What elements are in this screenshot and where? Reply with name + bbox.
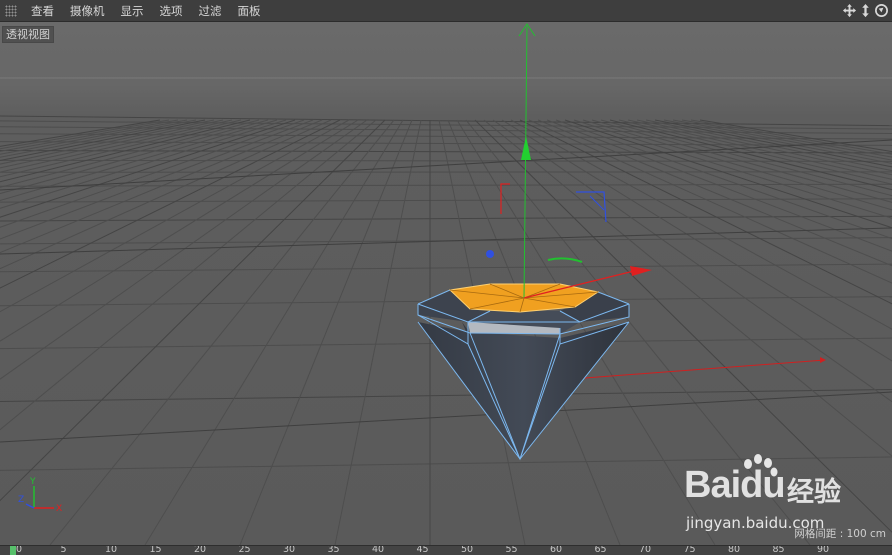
move-view-icon[interactable] bbox=[842, 3, 857, 18]
dolly-view-icon[interactable] bbox=[858, 3, 873, 18]
menu-panel[interactable]: 面板 bbox=[230, 0, 269, 22]
menu-filter[interactable]: 过滤 bbox=[191, 0, 230, 22]
watermark-brand: 经验 bbox=[787, 470, 841, 509]
menu-options[interactable]: 选项 bbox=[152, 0, 191, 22]
z-axis-handle[interactable] bbox=[486, 250, 494, 258]
baidu-paw-icon bbox=[738, 454, 780, 494]
indicator-z-label: Z bbox=[18, 495, 24, 505]
menu-view[interactable]: 查看 bbox=[23, 0, 62, 22]
indicator-x-label: X bbox=[56, 504, 62, 514]
indicator-y-label: Y bbox=[29, 477, 36, 487]
menu-display[interactable]: 显示 bbox=[113, 0, 152, 22]
viewport-menubar: 查看 摄像机 显示 选项 过滤 面板 bbox=[0, 0, 892, 22]
grid-spacing-readout: 网格间距 : 100 cm bbox=[794, 526, 886, 541]
menu-camera[interactable]: 摄像机 bbox=[62, 0, 113, 22]
watermark-logo-bai: Bai bbox=[684, 464, 740, 506]
view-navigation bbox=[842, 3, 889, 18]
indicator-z-line bbox=[26, 504, 34, 508]
axis-indicator: Y X Z bbox=[12, 474, 72, 514]
grip-icon[interactable] bbox=[5, 5, 17, 17]
view-name-label[interactable]: 透视视图 bbox=[2, 26, 54, 43]
rotate-view-icon[interactable] bbox=[874, 3, 889, 18]
